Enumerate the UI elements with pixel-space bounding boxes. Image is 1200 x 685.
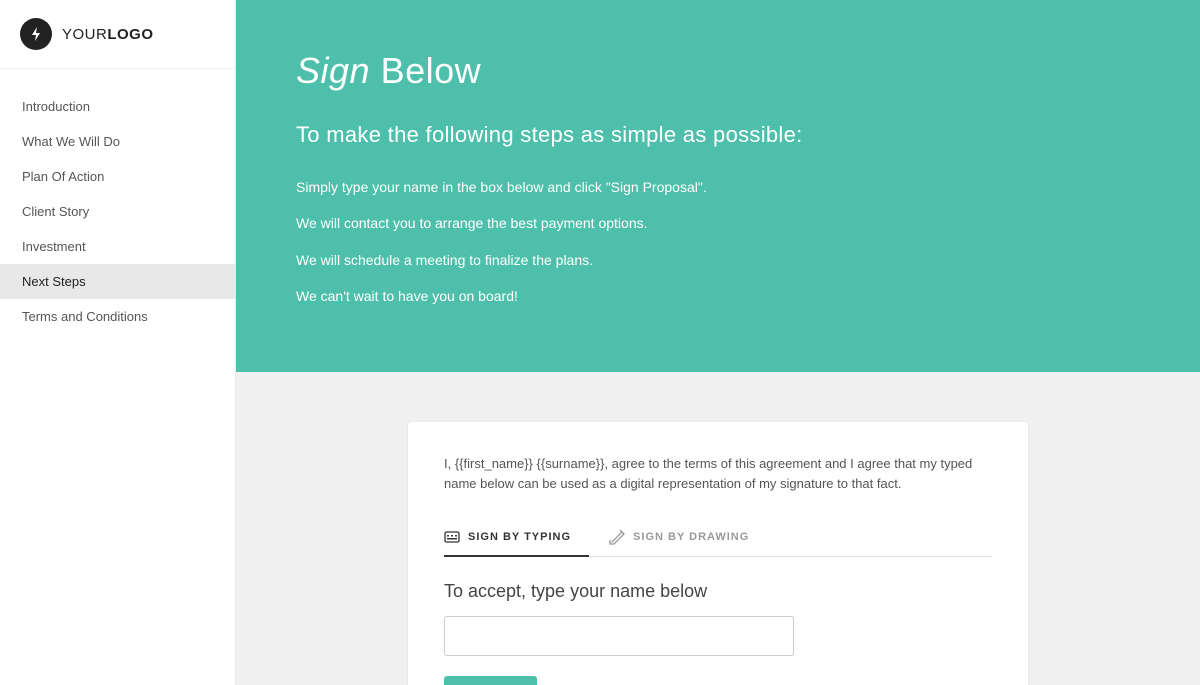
title-rest: Below [370,50,481,91]
sidebar-item-investment[interactable]: Investment [0,229,235,264]
logo-icon [20,18,52,50]
logo-text: YOURLOGO [62,26,154,43]
sidebar-item-what-we-will-do[interactable]: What We Will Do [0,124,235,159]
title-italic: Sign [296,50,370,91]
accept-label: To accept, type your name below [444,581,992,602]
keyboard-icon [444,529,460,545]
sign-tabs: SIGN BY TYPING SIGN BY DRAWING [444,519,992,557]
hero-step-1: Simply type your name in the box below a… [296,176,1140,198]
sidebar-item-client-story[interactable]: Client Story [0,194,235,229]
tab-sign-by-drawing[interactable]: SIGN BY DRAWING [609,519,767,557]
sidebar-item-terms-and-conditions[interactable]: Terms and Conditions [0,299,235,334]
sidebar: YOURLOGO Introduction What We Will Do Pl… [0,0,236,685]
sidebar-item-plan-of-action[interactable]: Plan Of Action [0,159,235,194]
tab-typing-label: SIGN BY TYPING [468,531,571,543]
sidebar-item-next-steps[interactable]: Next Steps [0,264,235,299]
main-content: Sign Below To make the following steps a… [236,0,1200,685]
hero-subtitle: To make the following steps as simple as… [296,122,1140,148]
hero-section: Sign Below To make the following steps a… [236,0,1200,372]
content-section: I, {{first_name}} {{surname}}, agree to … [236,372,1200,685]
agreement-text: I, {{first_name}} {{surname}}, agree to … [444,454,992,496]
hero-steps: Simply type your name in the box below a… [296,176,1140,308]
pen-icon [609,529,625,545]
accept-button[interactable]: Accept [444,676,537,685]
tab-drawing-label: SIGN BY DRAWING [633,531,749,543]
hero-step-3: We will schedule a meeting to finalize t… [296,249,1140,271]
hero-step-2: We will contact you to arrange the best … [296,212,1140,234]
sidebar-nav: Introduction What We Will Do Plan Of Act… [0,69,235,685]
tab-sign-by-typing[interactable]: SIGN BY TYPING [444,519,589,557]
signature-card: I, {{first_name}} {{surname}}, agree to … [408,422,1028,685]
hero-step-4: We can't wait to have you on board! [296,285,1140,307]
sidebar-item-introduction[interactable]: Introduction [0,89,235,124]
page-title: Sign Below [296,50,1140,92]
name-input[interactable] [444,616,794,656]
logo-area: YOURLOGO [0,0,235,69]
